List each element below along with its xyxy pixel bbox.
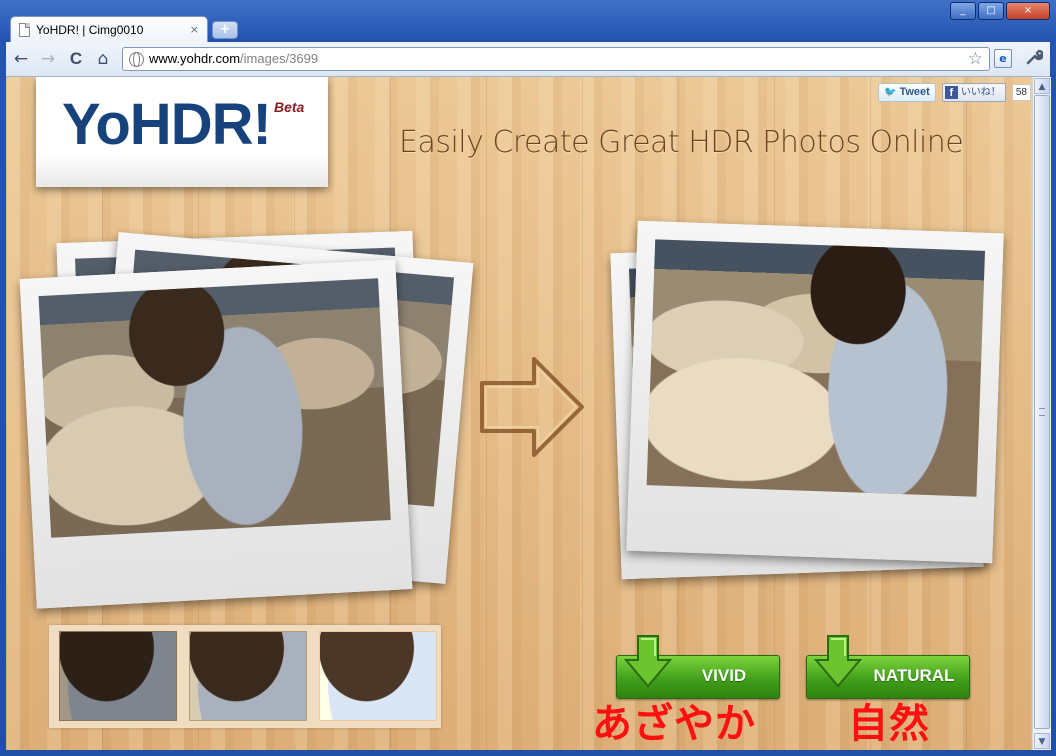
facebook-icon: f: [944, 86, 958, 99]
natural-label: NATURAL: [873, 666, 955, 685]
tab-close-icon[interactable]: ×: [190, 23, 199, 36]
vertical-scrollbar[interactable]: ▲ ▼: [1032, 77, 1051, 750]
tweet-button[interactable]: 🐦 Tweet: [878, 83, 936, 102]
home-button[interactable]: ⌂: [92, 48, 114, 70]
tab-title: YoHDR! | Cimg0010: [36, 22, 144, 37]
address-bar[interactable]: www.yohdr.com/images/3699 ☆: [122, 47, 990, 71]
exposure-thumbnails: [49, 625, 441, 728]
forward-button[interactable]: →: [37, 48, 59, 70]
hdr-photo-front: [626, 220, 1004, 564]
right-arrow-icon: [480, 357, 584, 457]
facebook-like-button[interactable]: f いいね！: [941, 83, 1006, 102]
natural-caption: 自然: [848, 701, 930, 747]
reload-button[interactable]: C: [65, 48, 87, 70]
logo-card[interactable]: YoHDR! Beta: [36, 77, 328, 187]
star-icon[interactable]: ☆: [968, 49, 983, 69]
hdr-photo-image: [646, 239, 986, 497]
globe-icon: [129, 52, 144, 67]
browser-toolbar: ← → C ⌂ www.yohdr.com/images/3699 ☆ e: [6, 42, 1050, 77]
wrench-icon[interactable]: [1024, 48, 1045, 68]
source-photo-image: [38, 278, 391, 538]
page-viewport: YoHDR! Beta Easily Create Great HDR Phot…: [6, 77, 1032, 750]
page-menu-icon[interactable]: e: [994, 49, 1012, 68]
browser-tab[interactable]: YoHDR! | Cimg0010 ×: [10, 16, 208, 42]
scroll-down-icon[interactable]: ▼: [1034, 733, 1050, 749]
page-tagline: Easily Create Great HDR Photos Online: [399, 125, 964, 160]
url-host: www.yohdr.com: [149, 51, 241, 66]
thumbnail-normal[interactable]: [189, 631, 307, 721]
scroll-up-icon[interactable]: ▲: [1034, 78, 1050, 94]
download-arrow-icon: [623, 635, 673, 688]
site-logo: YoHDR!: [62, 92, 272, 157]
url-text: www.yohdr.com/images/3699: [149, 51, 318, 66]
maximize-button[interactable]: □: [978, 2, 1004, 20]
twitter-bird-icon: 🐦: [884, 87, 897, 98]
back-button[interactable]: ←: [10, 48, 32, 70]
page-icon: [19, 22, 30, 37]
thumbnail-overexposed[interactable]: [319, 631, 437, 721]
social-buttons: 🐦 Tweet f いいね！ 58: [878, 83, 1031, 102]
download-arrow-icon: [813, 635, 863, 688]
like-count: 58: [1011, 84, 1031, 101]
minimize-button[interactable]: _: [950, 2, 976, 20]
like-label: いいね！: [960, 87, 1001, 98]
window-controls: _ □ ×: [950, 2, 1050, 20]
close-window-button[interactable]: ×: [1006, 2, 1050, 20]
vivid-label: VIVID: [701, 666, 747, 685]
url-path: /images/3699: [240, 51, 319, 66]
thumbnail-underexposed[interactable]: [59, 631, 177, 721]
beta-badge: Beta: [274, 99, 305, 115]
new-tab-button[interactable]: +: [212, 21, 238, 39]
source-photo-front: [19, 259, 413, 609]
scroll-thumb[interactable]: [1034, 95, 1050, 729]
vivid-caption: あざやか: [592, 701, 756, 747]
tweet-label: Tweet: [899, 86, 930, 98]
